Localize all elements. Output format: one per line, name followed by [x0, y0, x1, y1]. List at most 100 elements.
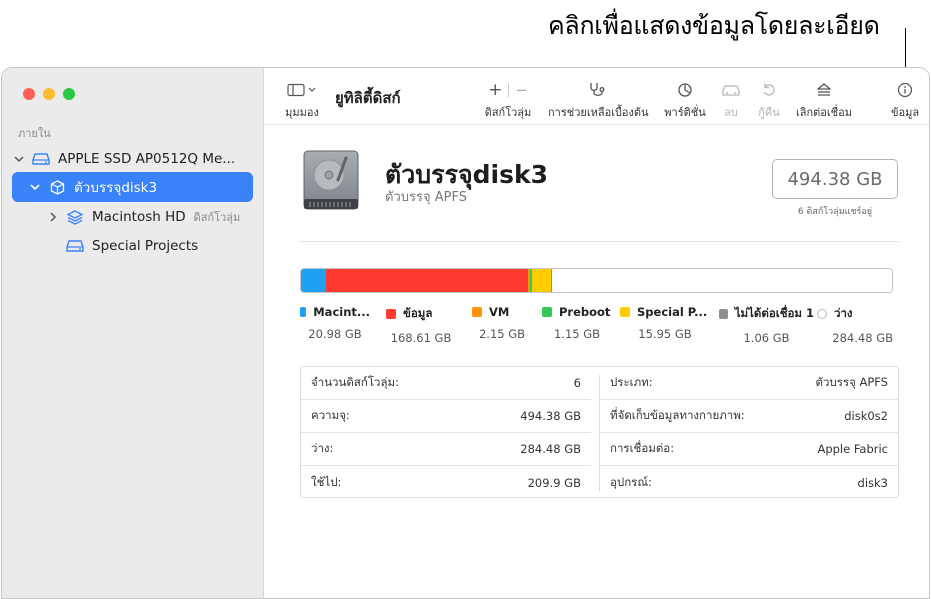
first-aid-label: การช่วยเหลือเบื้องต้น — [548, 106, 649, 119]
legend-item: Macint... 20.98 GB — [300, 305, 370, 341]
legend-size: 20.98 GB — [308, 327, 362, 341]
disk-utility-window: ภายใน APPLE SSD AP0512Q Me... ตัวบรรจุdi… — [1, 67, 930, 599]
minus-icon[interactable]: − — [515, 81, 528, 99]
sidebar-toggle-icon — [282, 80, 322, 100]
legend-name: Preboot — [542, 305, 612, 319]
legend-size: 168.61 GB — [390, 331, 452, 345]
sidebar-item-container-disk3[interactable]: ตัวบรรจุdisk3 — [12, 172, 253, 202]
info-row: ประเภท: ตัวบรรจุ APFS — [600, 367, 898, 400]
hard-drive-icon — [32, 152, 50, 166]
legend-size: 1.06 GB — [743, 331, 790, 345]
main-pane: มุมมอง ยูทิลิตี้ดิสก์ + − ดิสก์โวลุ่ม กา… — [264, 68, 929, 598]
chevron-down-icon[interactable] — [28, 183, 42, 191]
usage-segment — [531, 269, 551, 292]
legend-label: ว่าง — [834, 306, 853, 320]
close-window-button[interactable] — [23, 88, 35, 100]
legend-label: Special P... — [637, 305, 708, 319]
info-table: จำนวนดิสก์โวลุ่ม: 6 ความจุ: 494.38 GB ว่าง… — [300, 366, 899, 498]
stethoscope-icon — [548, 80, 648, 100]
info-label: การเชื่อมต่อ: — [610, 441, 675, 455]
legend-swatch — [620, 307, 630, 317]
sidebar-item-macintosh-hd[interactable]: Macintosh HD ดิสก์โวลุ่ม — [12, 202, 253, 232]
legend-label: ข้อมูล — [403, 306, 433, 320]
info-value: disk0s2 — [844, 409, 888, 423]
minimize-window-button[interactable] — [43, 88, 55, 100]
volume-label: ดิสก์โวลุ่ม — [484, 106, 532, 119]
view-button[interactable]: มุมมอง — [282, 80, 322, 121]
usage-segment — [301, 269, 327, 292]
legend-size: 2.15 GB — [478, 327, 526, 341]
info-value: 494.38 GB — [520, 409, 581, 423]
first-aid-button[interactable]: การช่วยเหลือเบื้องต้น — [548, 80, 649, 121]
info-label: จำนวนดิสก์โวลุ่ม: — [311, 375, 399, 389]
unmount-button[interactable]: เลิกต่อเชื่อม — [793, 80, 855, 121]
legend-name: ข้อมูล — [386, 305, 456, 323]
legend-swatch — [542, 307, 552, 317]
restore-button[interactable]: กู้คืน — [755, 80, 783, 121]
info-circle-icon — [888, 80, 922, 100]
info-label: อุปกรณ์: — [610, 474, 652, 489]
toolbar: มุมมอง ยูทิลิตี้ดิสก์ + − ดิสก์โวลุ่ม กา… — [264, 68, 929, 125]
legend-size: 1.15 GB — [553, 327, 601, 341]
info-row: ที่จัดเก็บข้อมูลทางกายภาพ: disk0s2 — [600, 400, 898, 433]
legend-item: VM 2.15 GB — [472, 305, 532, 341]
volume-add-remove-button[interactable]: + − ดิสก์โวลุ่ม — [482, 80, 534, 121]
zoom-window-button[interactable] — [63, 88, 75, 100]
legend-item: ข้อมูล 168.61 GB — [386, 305, 456, 345]
unmount-label: เลิกต่อเชื่อม — [796, 106, 852, 119]
legend-swatch — [472, 307, 482, 317]
sidebar-item-label: ตัวบรรจุdisk3 — [74, 180, 158, 196]
container-cube-icon — [48, 179, 66, 195]
info-label: ข้อมูล — [890, 106, 920, 119]
view-label: มุมมอง — [285, 106, 319, 119]
sidebar-item-apple-ssd[interactable]: APPLE SSD AP0512Q Me... — [12, 144, 253, 174]
sidebar-item-label: Special Projects — [92, 238, 199, 254]
restore-label: กู้คืน — [758, 106, 780, 119]
info-row: ว่าง: 284.48 GB — [301, 433, 591, 466]
legend-swatch — [817, 309, 827, 319]
sidebar-item-special-projects[interactable]: Special Projects — [12, 231, 253, 261]
usage-segment — [326, 269, 528, 292]
info-left-column: จำนวนดิสก์โวลุ่ม: 6 ความจุ: 494.38 GB ว่าง… — [301, 367, 591, 499]
info-row: จำนวนดิสก์โวลุ่ม: 6 — [301, 367, 591, 400]
info-label: ประเภท: — [610, 375, 653, 389]
legend-item: ว่าง 284.48 GB — [817, 305, 893, 345]
erase-label: ลบ — [724, 106, 738, 119]
app-title: ยูทิลิตี้ดิสก์ — [335, 89, 401, 107]
legend-item: Special P... 15.95 GB — [620, 305, 710, 341]
partition-label: พาร์ติชั่น — [664, 106, 706, 119]
info-label: ว่าง: — [311, 441, 334, 455]
legend-size: 15.95 GB — [638, 327, 692, 341]
chevron-down-icon[interactable] — [12, 155, 26, 163]
detail-content: ตัวบรรจุdisk3 ตัวบรรจุ APFS 494.38 GB 6 … — [264, 125, 929, 598]
info-label: ใช้ไป: — [311, 474, 342, 489]
info-value: 209.9 GB — [527, 475, 581, 490]
partition-button[interactable]: พาร์ติชั่น — [663, 80, 707, 121]
info-value: Apple Fabric — [817, 442, 888, 456]
chevron-right-icon[interactable] — [46, 212, 60, 222]
legend-label: VM — [489, 305, 510, 319]
legend-swatch — [386, 309, 396, 319]
info-row: ความจุ: 494.38 GB — [301, 400, 591, 433]
divider — [299, 241, 899, 242]
erase-button[interactable]: ลบ — [719, 80, 743, 121]
info-value: 284.48 GB — [520, 442, 581, 456]
legend-swatch — [300, 307, 307, 317]
legend-name: ว่าง — [817, 305, 893, 323]
info-button[interactable]: ข้อมูล — [888, 80, 922, 121]
info-value: ตัวบรรจุ APFS — [815, 375, 889, 389]
sidebar-item-label: APPLE SSD AP0512Q Me... — [58, 151, 236, 167]
info-row: ใช้ไป: 209.9 GB — [301, 466, 591, 499]
volume-type: ตัวบรรจุ APFS — [385, 190, 467, 205]
legend-name: Macint... — [300, 305, 370, 319]
plus-icon[interactable]: + — [488, 80, 502, 100]
info-right-column: ประเภท: ตัวบรรจุ APFS ที่จัดเก็บข้อมูลทาง… — [600, 367, 898, 499]
pie-partition-icon — [663, 80, 707, 100]
legend-label: Preboot — [559, 305, 611, 319]
legend-label: ไม่ได้ต่อเชื่อม 1 — [734, 306, 814, 320]
usage-segment — [551, 269, 892, 292]
usage-bar — [300, 268, 893, 293]
hard-drive-icon — [66, 239, 84, 253]
info-row: การเชื่อมต่อ: Apple Fabric — [600, 433, 898, 466]
eject-icon — [793, 80, 855, 100]
